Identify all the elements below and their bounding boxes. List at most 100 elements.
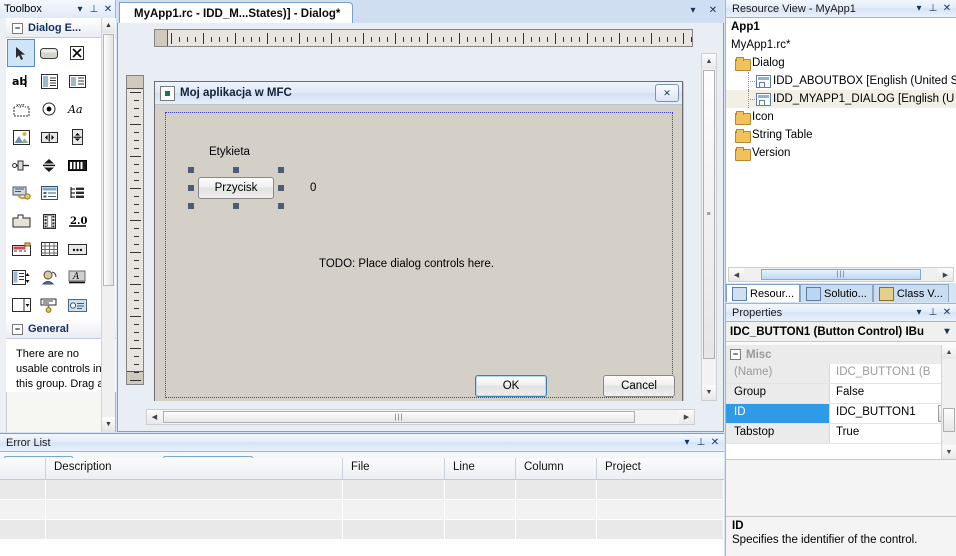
scroll-down-arrow-icon[interactable]: ▼ (702, 385, 716, 400)
resource-editor-surface[interactable]: Moj aplikacja w MFC ✕ Etykieta Przycisk (117, 23, 724, 432)
column-header-column[interactable]: Column (516, 458, 597, 479)
toolbox-group-dialog-editor[interactable]: − Dialog E... (6, 18, 116, 38)
scroll-thumb-horizontal[interactable]: ||| (761, 269, 921, 280)
resource-tree-horizontal-scrollbar[interactable]: ◀ ||| ▶ (728, 267, 954, 282)
horizontal-scroll-bar-tool[interactable] (35, 123, 63, 151)
tree-node-idd-aboutbox[interactable]: IDD_ABOUTBOX [English (United S (726, 72, 956, 90)
list-box-tool[interactable] (63, 67, 91, 95)
error-list-pin-icon[interactable]: ⊥ (694, 436, 708, 450)
tab-list-dropdown-icon[interactable]: ▾ (686, 3, 700, 17)
ok-button[interactable]: OK (475, 375, 547, 397)
table-row[interactable] (0, 500, 724, 520)
properties-grid-scrollbar[interactable]: ▲ ▼ (941, 345, 956, 459)
scroll-down-arrow-icon[interactable]: ▼ (102, 417, 115, 432)
list-control-tool[interactable] (35, 179, 63, 207)
check-box-tool[interactable] (63, 39, 91, 67)
resize-handle-w[interactable] (188, 185, 194, 191)
tree-node-myapp1-rc[interactable]: MyApp1.rc* (726, 36, 956, 54)
syslink-control-tool[interactable]: A (63, 263, 91, 291)
resize-handle-nw[interactable] (188, 167, 194, 173)
tab-myapp1-rc[interactable]: MyApp1.rc - IDD_M...States)] - Dialog* (119, 2, 354, 24)
scroll-thumb-horizontal[interactable]: ||| (163, 411, 635, 423)
tab-class-view[interactable]: Class V... (872, 284, 949, 302)
spin-control-tool[interactable] (35, 151, 63, 179)
resource-view-dropdown-icon[interactable]: ▾ (912, 2, 926, 16)
scroll-left-arrow-icon[interactable]: ◀ (729, 268, 744, 281)
column-header-project[interactable]: Project (597, 458, 724, 479)
dialog-close-icon[interactable]: ✕ (655, 84, 679, 102)
resource-tree[interactable]: App1 MyApp1.rc* Dialog IDD_ABOUTBOX [Eng… (726, 18, 956, 266)
property-row-id[interactable]: ID IDC_BUTTON1 ▼ (726, 404, 956, 424)
error-list-dropdown-icon[interactable]: ▾ (680, 436, 694, 450)
chevron-down-icon[interactable]: ▾ (940, 325, 954, 339)
progress-control-tool[interactable] (63, 151, 91, 179)
collapse-icon[interactable]: − (12, 22, 23, 34)
table-row[interactable] (0, 480, 724, 500)
property-row-tabstop[interactable]: Tabstop True (726, 424, 956, 444)
column-header-file[interactable]: File (343, 458, 445, 479)
split-button-tool[interactable] (7, 291, 35, 319)
properties-grid[interactable]: − Misc (Name) IDC_BUTTON1 (B Group False… (726, 345, 956, 460)
static-label-etykieta[interactable]: Etykieta (209, 146, 250, 158)
properties-pin-icon[interactable]: ⊥ (926, 306, 940, 320)
resource-view-close-icon[interactable]: ✕ (940, 2, 954, 16)
dialog-client-area[interactable]: Etykieta Przycisk 0 TODO: Place dialog c… (155, 104, 682, 401)
radio-button-tool[interactable] (35, 95, 63, 123)
combo-box-tool[interactable] (35, 67, 63, 95)
tree-node-app1[interactable]: App1 (726, 18, 956, 36)
property-row-group[interactable]: Group False (726, 384, 956, 404)
tree-node-string-table-folder[interactable]: String Table (726, 126, 956, 144)
properties-dropdown-icon[interactable]: ▾ (912, 306, 926, 320)
column-header-description[interactable]: Description (46, 458, 343, 479)
scroll-down-arrow-icon[interactable]: ▼ (942, 445, 956, 459)
property-value[interactable]: False (830, 384, 956, 403)
picture-control-tool[interactable] (7, 123, 35, 151)
tree-node-version-folder[interactable]: Version (726, 144, 956, 162)
toolbox-close-icon[interactable]: ✕ (101, 2, 115, 16)
slider-control-tool[interactable] (7, 151, 35, 179)
table-row[interactable] (0, 520, 724, 540)
extended-combo-box-tool[interactable] (7, 263, 35, 291)
pointer-tool[interactable] (7, 39, 35, 67)
property-value-id[interactable]: IDC_BUTTON1 ▼ (830, 404, 956, 423)
column-header-icon[interactable] (0, 458, 46, 479)
toolbox-pin-icon[interactable]: ⊥ (87, 2, 101, 16)
scroll-up-arrow-icon[interactable]: ▲ (102, 18, 115, 33)
toolbox-group-general[interactable]: − General (6, 319, 116, 339)
tree-node-idd-myapp1-dialog[interactable]: IDD_MYAPP1_DIALOG [English (U (726, 90, 956, 108)
dialog-canvas[interactable]: Moj aplikacja w MFC ✕ Etykieta Przycisk (154, 53, 693, 401)
rich-edit-2-tool[interactable]: 2.0 (63, 207, 91, 235)
editor-vertical-scrollbar[interactable]: ▲ ≡ ▼ (701, 53, 717, 401)
animation-control-tool[interactable] (35, 207, 63, 235)
ip-address-tool[interactable] (63, 235, 91, 263)
button-tool[interactable] (35, 39, 63, 67)
resize-handle-sw[interactable] (188, 203, 194, 209)
property-category-misc[interactable]: − Misc (726, 345, 956, 364)
static-counter-zero[interactable]: 0 (310, 182, 316, 194)
edit-control-tool[interactable]: ab (7, 67, 35, 95)
scroll-thumb-vertical[interactable]: ≡ (703, 70, 715, 359)
scroll-left-arrow-icon[interactable]: ◀ (147, 410, 162, 424)
vertical-scroll-bar-tool[interactable] (63, 123, 91, 151)
scroll-up-arrow-icon[interactable]: ▲ (942, 345, 956, 359)
resize-handle-e[interactable] (278, 185, 284, 191)
scroll-up-arrow-icon[interactable]: ▲ (702, 54, 716, 69)
resource-view-pin-icon[interactable]: ⊥ (926, 2, 940, 16)
tab-close-icon[interactable]: ✕ (706, 3, 720, 17)
resize-handle-se[interactable] (278, 203, 284, 209)
properties-object-selector[interactable]: IDC_BUTTON1 (Button Control) IBu ▾ (726, 322, 956, 342)
error-list-close-icon[interactable]: ✕ (708, 436, 722, 450)
property-value[interactable]: True (830, 424, 956, 443)
command-link-tool[interactable] (63, 291, 91, 319)
collapse-icon[interactable]: − (730, 349, 741, 360)
tree-node-icon-folder[interactable]: Icon (726, 108, 956, 126)
tab-resource-view[interactable]: Resour... (726, 284, 801, 302)
scroll-right-arrow-icon[interactable]: ▶ (938, 268, 953, 281)
custom-control-tool[interactable] (35, 263, 63, 291)
toolbox-dropdown-icon[interactable]: ▾ (73, 2, 87, 16)
properties-close-icon[interactable]: ✕ (940, 306, 954, 320)
scroll-right-arrow-icon[interactable]: ▶ (679, 410, 694, 424)
resize-handle-ne[interactable] (278, 167, 284, 173)
property-row-name[interactable]: (Name) IDC_BUTTON1 (B (726, 364, 956, 384)
resize-handle-s[interactable] (233, 203, 239, 209)
